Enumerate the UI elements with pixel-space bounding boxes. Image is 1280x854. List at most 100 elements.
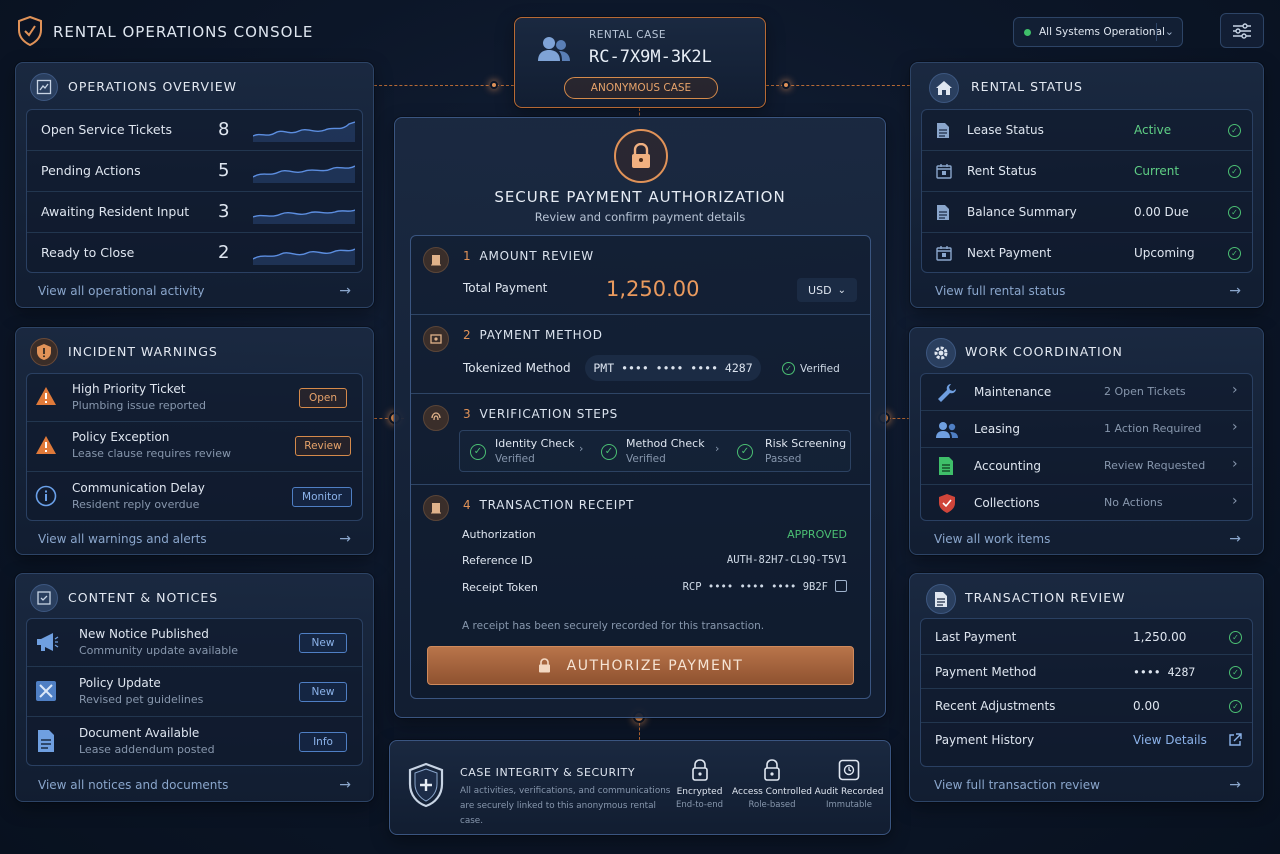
txn-review-row[interactable]: Last Payment 1,250.00 ✓ [921,619,1252,655]
feature-title: Access Controlled [732,787,812,797]
work-row[interactable]: Leasing 1 Action Required › [921,411,1252,448]
calendar-icon [936,246,952,261]
chevron-right-icon: › [1232,419,1238,435]
chevron-right-icon: › [715,442,720,455]
padlock-icon [691,759,708,781]
system-status-dropdown[interactable]: All Systems Operational ⌄ [1013,17,1183,47]
work-coordination-panel: WORK COORDINATION Maintenance 2 Open Tic… [909,327,1264,555]
incident-row[interactable]: High Priority Ticket Plumbing issue repo… [27,374,362,422]
rental-case-id: RC-7X9M-3K2L [589,47,712,67]
fingerprint-icon [423,405,449,431]
receipt-icon [423,495,449,521]
new-badge[interactable]: New [299,682,347,702]
chevron-right-icon: › [579,442,584,455]
overview-row[interactable]: Awaiting Resident Input 3 [27,192,362,233]
info-badge[interactable]: Info [299,732,347,752]
rental-status-row[interactable]: Next Payment Upcoming ✓ [922,233,1252,274]
check-icon: ✓ [1229,666,1242,679]
verified-indicator: ✓ Verified [782,362,840,375]
review-button[interactable]: Review [295,436,351,456]
check-icon: ✓ [737,444,753,460]
chevron-down-icon: ⌄ [837,284,846,296]
check-icon: ✓ [1228,247,1241,260]
settings-sliders-button[interactable] [1220,13,1264,48]
notice-row[interactable]: Document Available Lease addendum posted… [27,717,362,767]
view-all-work-items-link[interactable]: View all work items → [934,531,1241,547]
rental-status-row[interactable]: Lease Status Active ✓ [922,110,1252,151]
case-integrity-panel: CASE INTEGRITY & SECURITY All activities… [389,740,891,835]
view-full-transaction-review-link[interactable]: View full transaction review → [934,777,1241,793]
people-icon [936,422,958,438]
link-label: View all warnings and alerts [38,532,207,546]
calendar-icon [936,164,952,179]
incident-row[interactable]: Communication Delay Resident reply overd… [27,472,362,522]
txn-review-value: 1,250.00 [1133,630,1187,644]
panel-title: CONTENT & NOTICES [68,590,219,605]
txn-review-row[interactable]: Payment History View Details [921,723,1252,757]
work-label: Accounting [974,459,1042,473]
currency-select[interactable]: USD ⌄ [797,278,857,302]
txn-review-row[interactable]: Payment Method •••• 4287 ✓ [921,655,1252,689]
receipt-token: RCP •••• •••• •••• 9B2F [682,581,828,593]
payment-subtitle: Review and confirm payment details [534,210,746,224]
notice-subtitle: Lease addendum posted [79,743,215,756]
view-full-rental-status-link[interactable]: View full rental status → [935,283,1241,299]
check-title: Identity Check [495,437,575,450]
view-all-notices-link[interactable]: View all notices and documents → [38,777,351,793]
overview-row[interactable]: Open Service Tickets 8 [27,110,362,151]
overview-row[interactable]: Ready to Close 2 [27,233,362,274]
rental-status-row[interactable]: Balance Summary 0.00 Due ✓ [922,192,1252,233]
overview-row[interactable]: Pending Actions 5 [27,151,362,192]
view-all-warnings-link[interactable]: View all warnings and alerts → [38,531,351,547]
integrity-title: CASE INTEGRITY & SECURITY [460,766,636,779]
rental-status-row[interactable]: Rent Status Current ✓ [922,151,1252,192]
step-transaction-receipt: 4 TRANSACTION RECEIPT Authorization APPRO… [411,485,870,700]
notice-title: Policy Update [79,676,161,690]
document-icon [926,584,956,614]
check-icon: ✓ [601,444,617,460]
txn-review-label: Recent Adjustments [935,699,1056,713]
check-icon: ✓ [782,362,795,375]
panel-title: OPERATIONS OVERVIEW [68,79,238,94]
check-icon: ✓ [470,444,486,460]
copy-icon[interactable] [835,580,847,592]
notice-row[interactable]: Policy Update Revised pet guidelines New [27,667,362,717]
rental-status-value: 0.00 Due [1134,205,1189,219]
new-badge[interactable]: New [299,633,347,653]
authorize-payment-button[interactable]: AUTHORIZE PAYMENT [427,646,854,685]
work-row[interactable]: Collections No Actions › [921,485,1252,522]
shield-icon [939,494,955,513]
policy-icon [36,681,56,701]
overview-value: 8 [218,119,230,140]
panel-title: INCIDENT WARNINGS [68,344,218,359]
txn-review-label: Payment Method [935,665,1037,679]
anonymous-case-badge: ANONYMOUS CASE [564,77,718,99]
arrow-right-icon: → [339,777,351,793]
open-button[interactable]: Open [299,388,347,408]
notice-row[interactable]: New Notice Published Community update av… [27,619,362,667]
step-title: 1 AMOUNT REVIEW [463,249,594,263]
notice-subtitle: Community update available [79,644,239,657]
external-link-icon[interactable] [1228,733,1242,747]
work-row[interactable]: Accounting Review Requested › [921,448,1252,485]
work-row[interactable]: Maintenance 2 Open Tickets › [921,374,1252,411]
chevron-right-icon: › [1232,456,1238,472]
rental-status-label: Lease Status [967,123,1044,137]
authorize-payment-label: AUTHORIZE PAYMENT [566,657,744,674]
app-title: RENTAL OPERATIONS CONSOLE [53,23,314,41]
link-label: View all work items [934,532,1051,546]
rental-status-label: Balance Summary [967,205,1077,219]
receipt-label: Reference ID [462,554,533,567]
txn-review-row[interactable]: Recent Adjustments 0.00 ✓ [921,689,1252,723]
chevron-right-icon: › [1232,493,1238,509]
feature-title: Encrypted [676,787,723,797]
check-title: Method Check [626,437,705,450]
view-all-activity-link[interactable]: View all operational activity → [38,283,351,299]
incident-warnings-panel: INCIDENT WARNINGS High Priority Ticket P… [15,327,374,555]
gear-icon [926,338,956,368]
incident-row[interactable]: Policy Exception Lease clause requires r… [27,422,362,472]
feature-subtitle: End-to-end [676,800,723,810]
monitor-button[interactable]: Monitor [292,487,352,507]
view-details-link[interactable]: View Details [1133,733,1207,747]
document-icon [937,123,949,138]
